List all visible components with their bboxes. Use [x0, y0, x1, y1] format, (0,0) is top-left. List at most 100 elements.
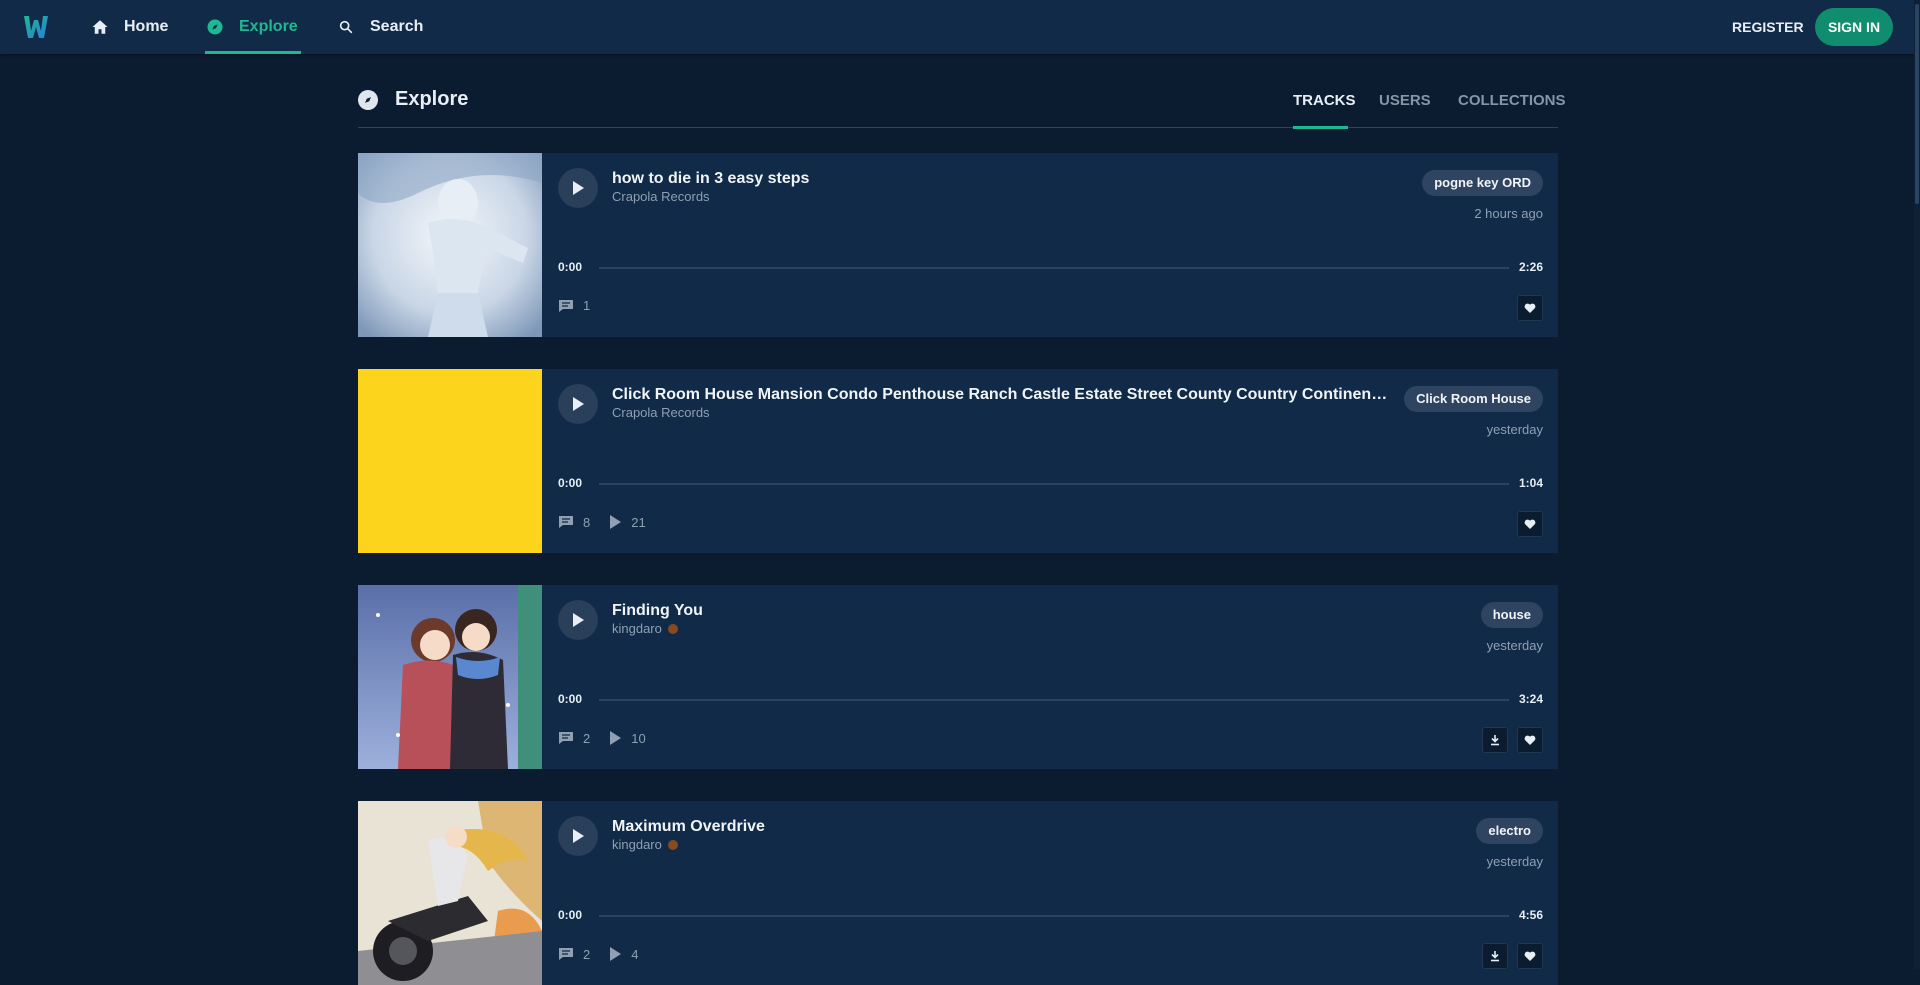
- page-title: Explore: [395, 88, 469, 110]
- nav-home-label: Home: [124, 18, 169, 35]
- play-button[interactable]: [558, 600, 598, 640]
- download-button[interactable]: [1482, 943, 1508, 969]
- play-count-value: 4: [631, 946, 639, 962]
- comment-icon: [559, 948, 573, 960]
- track-stats: 1: [558, 298, 608, 313]
- track-title[interactable]: Finding You: [612, 602, 703, 620]
- explore-compass-icon: [358, 90, 378, 110]
- track-duration: 4:56: [1518, 908, 1543, 922]
- track-stats: 8 21: [558, 514, 664, 530]
- download-button[interactable]: [1482, 727, 1508, 753]
- app-logo[interactable]: [22, 13, 50, 41]
- like-button[interactable]: [1517, 943, 1543, 969]
- comment-count[interactable]: 8: [558, 515, 590, 530]
- comment-count-value: 2: [583, 946, 591, 962]
- track-card-body: Finding You kingdaro house yesterday 0:0…: [542, 585, 1558, 769]
- genre-tag[interactable]: pogne key ORD: [1422, 170, 1543, 196]
- user-badge-icon: [667, 623, 678, 634]
- nav-explore-label: Explore: [239, 18, 298, 35]
- track-card: Maximum Overdrive kingdaro electro yeste…: [358, 801, 1558, 985]
- seek-bar[interactable]: [599, 267, 1509, 269]
- genre-tag[interactable]: house: [1480, 602, 1543, 628]
- like-button[interactable]: [1517, 727, 1543, 753]
- comment-count[interactable]: 2: [558, 731, 590, 746]
- track-artist[interactable]: kingdaro: [612, 837, 678, 852]
- track-artist-name: Crapola Records: [612, 189, 710, 204]
- comment-count[interactable]: 1: [558, 298, 590, 313]
- play-count-icon: [610, 947, 622, 961]
- track-cover-art[interactable]: [358, 585, 542, 769]
- comment-count-value: 8: [583, 514, 591, 530]
- register-button[interactable]: REGISTER: [1722, 12, 1814, 42]
- play-icon: [573, 181, 584, 195]
- track-card-body: Maximum Overdrive kingdaro electro yeste…: [542, 801, 1558, 985]
- track-cover-art[interactable]: [358, 369, 542, 553]
- header-divider: [358, 127, 1558, 128]
- page-scrollbar[interactable]: [1914, 0, 1920, 969]
- track-title[interactable]: Maximum Overdrive: [612, 818, 765, 836]
- scrollbar-thumb[interactable]: [1915, 4, 1919, 204]
- track-title[interactable]: how to die in 3 easy steps: [612, 170, 809, 188]
- home-icon: [90, 17, 110, 37]
- track-duration: 2:26: [1518, 260, 1543, 274]
- track-artist[interactable]: Crapola Records: [612, 405, 710, 420]
- nav-search[interactable]: Search: [336, 0, 423, 54]
- track-card: Click Room House Mansion Condo Penthouse…: [358, 369, 1558, 553]
- genre-tag[interactable]: Click Room House: [1404, 386, 1543, 412]
- download-icon: [1491, 950, 1499, 961]
- compass-icon: [205, 17, 225, 37]
- upload-time: yesterday: [1486, 638, 1543, 653]
- play-button[interactable]: [558, 816, 598, 856]
- top-nav-bar: Home Explore Search REGISTER SIGN IN: [0, 0, 1920, 54]
- nav-active-indicator: [205, 51, 301, 54]
- user-badge-icon: [667, 839, 678, 850]
- genre-tag[interactable]: electro: [1476, 818, 1543, 844]
- comment-count-value: 1: [583, 298, 591, 313]
- play-count: 4: [608, 946, 638, 962]
- comment-count-value: 2: [583, 730, 591, 746]
- play-count: 10: [608, 730, 646, 746]
- heart-icon: [1524, 519, 1536, 529]
- nav-home[interactable]: Home: [90, 0, 168, 54]
- track-cover-art[interactable]: [358, 153, 542, 337]
- play-icon: [573, 397, 584, 411]
- track-stats: 2 4: [558, 946, 656, 962]
- upload-time: 2 hours ago: [1474, 206, 1543, 221]
- tab-collections[interactable]: COLLECTIONS: [1458, 92, 1566, 109]
- track-stats: 2 10: [558, 730, 664, 746]
- seek-bar[interactable]: [599, 483, 1509, 485]
- track-card: how to die in 3 easy steps Crapola Recor…: [358, 153, 1558, 337]
- play-count-value: 21: [631, 514, 646, 530]
- track-artist-name: Crapola Records: [612, 405, 710, 420]
- play-count-icon: [610, 731, 622, 745]
- comment-count[interactable]: 2: [558, 947, 590, 962]
- comment-icon: [559, 732, 573, 744]
- seek-bar[interactable]: [599, 699, 1509, 701]
- download-icon: [1491, 734, 1499, 745]
- track-cover-art[interactable]: [358, 801, 542, 985]
- track-title[interactable]: Click Room House Mansion Condo Penthouse…: [612, 386, 1392, 404]
- track-artist[interactable]: Crapola Records: [612, 189, 710, 204]
- track-artist[interactable]: kingdaro: [612, 621, 678, 636]
- play-button[interactable]: [558, 384, 598, 424]
- like-button[interactable]: [1517, 511, 1543, 537]
- nav-search-label: Search: [370, 18, 424, 35]
- explore-header: Explore TRACKS USERS COLLECTIONS: [358, 84, 1566, 129]
- current-time: 0:00: [558, 692, 583, 706]
- play-count: 21: [608, 514, 646, 530]
- play-button[interactable]: [558, 168, 598, 208]
- play-count-value: 10: [631, 730, 646, 746]
- track-artist-name: kingdaro: [612, 621, 662, 636]
- track-duration: 1:04: [1518, 476, 1543, 490]
- seek-bar[interactable]: [599, 915, 1509, 917]
- tab-users[interactable]: USERS: [1379, 92, 1431, 109]
- like-button[interactable]: [1517, 295, 1543, 321]
- track-card-body: Click Room House Mansion Condo Penthouse…: [542, 369, 1558, 553]
- heart-icon: [1524, 951, 1536, 961]
- nav-explore[interactable]: Explore: [205, 0, 298, 54]
- sign-in-button[interactable]: SIGN IN: [1815, 8, 1893, 46]
- heart-icon: [1524, 303, 1536, 313]
- search-icon: [336, 17, 356, 37]
- play-count-icon: [610, 515, 622, 529]
- tab-tracks[interactable]: TRACKS: [1293, 92, 1356, 109]
